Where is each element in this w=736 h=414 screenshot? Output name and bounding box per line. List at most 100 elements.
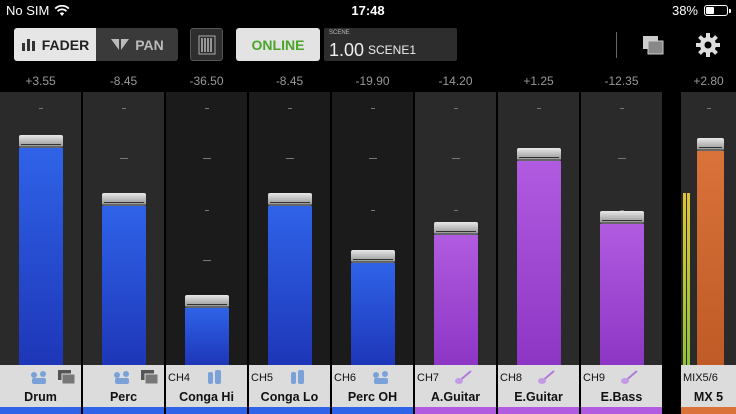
fader-level-bar [599,224,644,365]
online-button[interactable]: ONLINE [236,28,320,61]
channel-name-label[interactable]: CH9 E.Bass [581,365,662,407]
fader-track[interactable] [249,92,330,365]
fader-level-bar [433,234,478,365]
percussion-icon [371,369,391,385]
fader-track[interactable] [681,92,736,365]
channel-name: E.Bass [600,390,643,404]
fader-scale-tick [536,108,541,109]
status-bar: No SIM 17:48 38% [0,0,736,22]
channel-name: Perc [109,390,138,404]
fader-track[interactable] [166,92,247,365]
clock: 17:48 [351,3,385,18]
conga-icon [205,369,225,385]
channel-name: Drum [24,390,57,404]
fader-scale-tick [453,108,458,109]
fader-knob[interactable] [697,137,724,151]
channel-color-strip [332,407,413,414]
fader-level-bar [184,307,229,365]
channel-name: A.Guitar [430,390,481,404]
fader-scale-tick [453,210,458,211]
channel-name: Conga Lo [260,390,319,404]
channel-color-strip [0,407,81,414]
fader-scale-tick [204,108,209,109]
fader-knob[interactable] [350,250,395,264]
channel-name: Conga Hi [179,390,234,404]
fader-knob-line [20,144,61,146]
channel-name-label[interactable]: MIX5/6 MX 5 [681,365,736,407]
fader-gain-value: -12.35 [604,74,639,88]
channel-name-label[interactable]: CH5 Conga Lo [249,365,330,407]
fader-scale-tick [617,158,626,159]
channel-name-label[interactable]: CH7 A.Guitar [415,365,496,407]
channel-name: Perc OH [347,390,398,404]
channel-strip: Perc [83,92,164,414]
fader-track[interactable] [581,92,662,365]
gear-icon [696,33,720,57]
channel-name-label[interactable]: Drum [0,365,81,407]
channel-name-label[interactable]: CH8 E.Guitar [498,365,579,407]
fader-gain-value: -36.50 [189,74,224,88]
fader-gain-value: -8.45 [275,74,304,88]
fader-scale-tick [202,158,211,159]
mix-strip: MIX5/6 MX 5 [681,92,736,414]
fader-scale-tick [451,158,460,159]
level-meter [687,192,690,365]
fader-track[interactable] [83,92,164,365]
channel-strip: CH4 Conga Hi [166,92,247,414]
channel-number: MIX5/6 [683,372,718,384]
fader-knob-line [269,201,310,203]
fader-knob[interactable] [101,192,146,206]
fader-gain-value: +1.25 [523,74,554,88]
fader-scale-tick [619,108,624,109]
fader-scale-tick [38,108,43,109]
fader-scale-tick [370,108,375,109]
view-mode-segmented-control: FADER PAN [14,28,178,61]
fader-knob[interactable] [433,221,478,235]
fader-scale-tick [202,260,211,261]
library-icon [198,35,215,54]
drum-kit-icon [29,369,49,385]
fader-knob[interactable] [599,211,644,225]
fader-scale-tick [121,108,126,109]
fader-track[interactable] [498,92,579,365]
fader-track[interactable] [0,92,81,365]
fader-knob-line [601,220,642,222]
pan-view-button[interactable]: PAN [96,28,178,61]
fader-knob[interactable] [184,294,229,308]
library-button[interactable] [190,28,223,61]
channel-number: CH8 [500,372,523,384]
channel-color-strip [166,407,247,414]
toolbar: FADER PAN ONLINE SCENE 1.00 SCENE1 [0,22,736,68]
channel-color-strip [498,407,579,414]
channel-color-strip [83,407,164,414]
copy-button[interactable] [640,33,666,57]
fader-track[interactable] [332,92,413,365]
scene-selector[interactable]: SCENE 1.00 SCENE1 [324,28,457,61]
fader-knob[interactable] [18,135,63,149]
acoustic-guitar-icon [454,369,474,385]
fader-level-bar [18,148,63,365]
linked-channels-icon [57,369,77,385]
channel-name-label[interactable]: CH4 Conga Hi [166,365,247,407]
fader-scale-tick [204,210,209,211]
settings-button[interactable] [694,31,722,59]
conga-icon [288,369,308,385]
channel-name-label[interactable]: Perc [83,365,164,407]
toolbar-divider [616,32,617,58]
fader-level-bar [350,263,395,365]
copy-icon [643,36,664,55]
channel-strip: CH5 Conga Lo [249,92,330,414]
fader-scale-tick [368,158,377,159]
fader-knob[interactable] [516,148,561,162]
channel-name-label[interactable]: CH6 Perc OH [332,365,413,407]
fader-scale-tick [706,108,711,109]
fader-knob[interactable] [267,192,312,206]
fader-scale-tick [287,108,292,109]
fader-knob-line [699,146,722,148]
fader-level-bar [697,150,724,365]
fader-track[interactable] [415,92,496,365]
channel-number: CH4 [168,372,191,384]
fader-view-button[interactable]: FADER [14,28,96,61]
scene-number: 1.00 [329,40,365,60]
fader-gain-value: -8.45 [109,74,138,88]
